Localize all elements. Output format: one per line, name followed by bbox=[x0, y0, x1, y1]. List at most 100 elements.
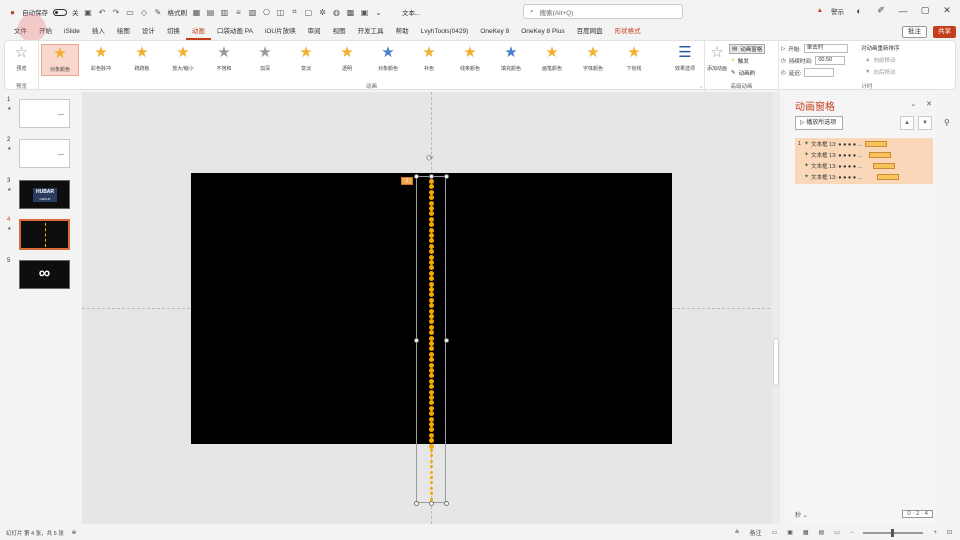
timing-bar[interactable] bbox=[869, 151, 892, 158]
more-icon[interactable]: ⌄ bbox=[374, 8, 383, 17]
duration-input[interactable]: 00.50 bbox=[815, 56, 846, 65]
effect-button-13[interactable]: ★ 字体颜色 bbox=[574, 44, 612, 76]
move-down-icon[interactable]: ▼ bbox=[918, 116, 932, 130]
comments-icon[interactable]: ▭ bbox=[772, 529, 778, 536]
share-button[interactable]: 共享 bbox=[933, 26, 956, 38]
timing-bar[interactable] bbox=[873, 162, 896, 169]
trigger-button[interactable]: ⚡ 触发 bbox=[731, 57, 749, 65]
pen-icon[interactable]: ✐ bbox=[874, 5, 888, 16]
text-dropdown[interactable]: 文本... bbox=[402, 7, 420, 17]
effect-button-0[interactable]: ★ 对象颜色 bbox=[41, 44, 79, 76]
add-animation-button[interactable]: ☆ 添加动画 bbox=[705, 44, 729, 76]
tab-7[interactable]: 动画 bbox=[185, 24, 211, 40]
save-icon[interactable]: ▣ bbox=[84, 8, 93, 17]
delay-input[interactable] bbox=[804, 68, 835, 77]
resize-handle[interactable] bbox=[413, 173, 419, 179]
timing-bar[interactable] bbox=[865, 140, 888, 147]
tab-11[interactable]: 视图 bbox=[327, 24, 352, 40]
seconds-dropdown[interactable]: 秒 ⌄ bbox=[795, 510, 808, 519]
effect-button-5[interactable]: ★ 加深 bbox=[246, 44, 284, 76]
resize-handle[interactable] bbox=[413, 337, 419, 343]
warning-text[interactable]: 警示 bbox=[831, 6, 844, 16]
close-icon[interactable]: ✕ bbox=[940, 5, 954, 16]
resize-handle[interactable] bbox=[443, 337, 449, 343]
dialog-launcher-icon[interactable]: ⌟ bbox=[700, 83, 702, 89]
resize-handle[interactable] bbox=[443, 500, 449, 506]
pin-icon[interactable]: ⚲ bbox=[944, 118, 950, 127]
layers-icon[interactable]: ◫ bbox=[276, 8, 285, 17]
comment-button[interactable]: 批注 bbox=[902, 26, 927, 38]
shape-icon[interactable]: ◇ bbox=[140, 8, 149, 17]
vertical-scrollbar[interactable] bbox=[772, 92, 780, 524]
chart-icon[interactable]: ▧ bbox=[248, 8, 257, 17]
tab-9[interactable]: iOU片放映 bbox=[259, 24, 302, 40]
animation-list-item[interactable]: 1 ✦ 文本框 13: ● ● ● ● ... bbox=[795, 138, 933, 149]
crop-icon[interactable]: ⌗ bbox=[290, 7, 299, 17]
slide-sorter-icon[interactable]: ▦ bbox=[803, 529, 809, 536]
slide-thumbnail-2[interactable]: ▬▬ bbox=[19, 139, 70, 168]
frame-icon[interactable]: ▣ bbox=[360, 8, 369, 17]
fit-slide-icon[interactable]: ⊡ bbox=[947, 529, 952, 536]
slideshow-icon[interactable]: ▭ bbox=[834, 529, 840, 536]
tab-8[interactable]: 口袋动画 PA bbox=[211, 24, 259, 40]
grid-icon[interactable]: ▥ bbox=[220, 8, 229, 17]
image-icon[interactable]: ▦ bbox=[192, 8, 201, 17]
slide-thumbnail-1[interactable]: ▬▬ bbox=[19, 99, 70, 128]
align-icon[interactable]: ≡ bbox=[234, 8, 243, 17]
format-painter-icon[interactable]: ✎ bbox=[154, 8, 163, 17]
effect-button-2[interactable]: ★ 跷跷板 bbox=[123, 44, 161, 76]
effect-button-12[interactable]: ★ 画笔颜色 bbox=[533, 44, 571, 76]
tab-2[interactable]: iSlide bbox=[58, 24, 86, 40]
zoom-out-icon[interactable]: − bbox=[850, 530, 854, 536]
reading-view-icon[interactable]: ▤ bbox=[819, 529, 825, 536]
tab-18[interactable]: 形状格式 bbox=[609, 24, 647, 40]
effect-button-11[interactable]: ★ 填充颜色 bbox=[492, 44, 530, 76]
tab-12[interactable]: 开发工具 bbox=[352, 24, 390, 40]
effect-button-4[interactable]: ★ 不饱和 bbox=[205, 44, 243, 76]
preview-button[interactable]: ☆ 预览 bbox=[5, 44, 38, 76]
vertical-scroll-thumb[interactable] bbox=[773, 338, 779, 386]
tab-3[interactable]: 插入 bbox=[86, 24, 111, 40]
play-selected-button[interactable]: ▷ 播放所选项 bbox=[795, 116, 843, 130]
search-box[interactable]: ⌕ 搜索(Alt+Q) bbox=[523, 4, 683, 19]
accessibility-icon[interactable]: ⊕ bbox=[72, 530, 77, 536]
close-icon[interactable]: ✕ bbox=[926, 100, 932, 108]
animation-list-item[interactable]: ✦ 文本框 13: ● ● ● ● ... bbox=[795, 149, 933, 160]
animation-order-tag[interactable]: 1 bbox=[401, 177, 413, 185]
globe-icon[interactable]: ◍ bbox=[332, 8, 341, 17]
present-icon[interactable]: ▭ bbox=[126, 8, 135, 17]
tab-10[interactable]: 审阅 bbox=[302, 24, 327, 40]
move-later-button[interactable]: ▼ 向后移动 bbox=[865, 68, 895, 76]
timeline-scale[interactable]: 0 · 2 · 4 bbox=[902, 510, 933, 518]
format-painter-label[interactable]: 格式刷 bbox=[168, 7, 188, 17]
move-earlier-button[interactable]: ▲ 向前移动 bbox=[865, 56, 895, 64]
tab-4[interactable]: 绘图 bbox=[111, 24, 136, 40]
effect-button-9[interactable]: ★ 补色 bbox=[410, 44, 448, 76]
slide-canvas[interactable]: ⟳ 1 bbox=[82, 92, 780, 524]
slide-thumbnail-5[interactable]: ∞ bbox=[19, 260, 70, 289]
resize-handle[interactable] bbox=[428, 173, 434, 179]
tab-17[interactable]: 百度网盘 bbox=[571, 24, 609, 40]
effect-button-8[interactable]: ★ 对象颜色 bbox=[369, 44, 407, 76]
move-up-icon[interactable]: ▲ bbox=[900, 116, 914, 130]
resize-handle[interactable] bbox=[428, 500, 434, 506]
effect-button-10[interactable]: ★ 线条颜色 bbox=[451, 44, 489, 76]
minimize-icon[interactable]: — bbox=[896, 6, 910, 16]
tab-6[interactable]: 切换 bbox=[161, 24, 186, 40]
coauthor-icon[interactable]: ◐ bbox=[852, 6, 866, 16]
effect-button-1[interactable]: ★ 彩色脉冲 bbox=[82, 44, 120, 76]
start-select[interactable]: 单击时 bbox=[803, 44, 848, 53]
resize-handle[interactable] bbox=[413, 500, 419, 506]
effect-button-6[interactable]: ★ 变淡 bbox=[287, 44, 325, 76]
effect-button-7[interactable]: ★ 透明 bbox=[328, 44, 366, 76]
notes-button[interactable]: 备注 bbox=[750, 528, 762, 537]
tab-13[interactable]: 帮助 bbox=[390, 24, 415, 40]
rotate-handle-icon[interactable]: ⟳ bbox=[426, 153, 434, 164]
animation-list-item[interactable]: ✦ 文本框 13: ● ● ● ● ... bbox=[795, 160, 933, 171]
animation-list-item[interactable]: ✦ 文本框 13: ● ● ● ● ... bbox=[795, 171, 933, 182]
animation-painter-button[interactable]: ✎ 动画刷 bbox=[731, 69, 755, 77]
zoom-slider[interactable] bbox=[863, 528, 924, 537]
link-icon[interactable]: ⎔ bbox=[262, 8, 271, 17]
resize-handle[interactable] bbox=[443, 173, 449, 179]
undo-icon[interactable]: ↶ bbox=[98, 8, 107, 17]
